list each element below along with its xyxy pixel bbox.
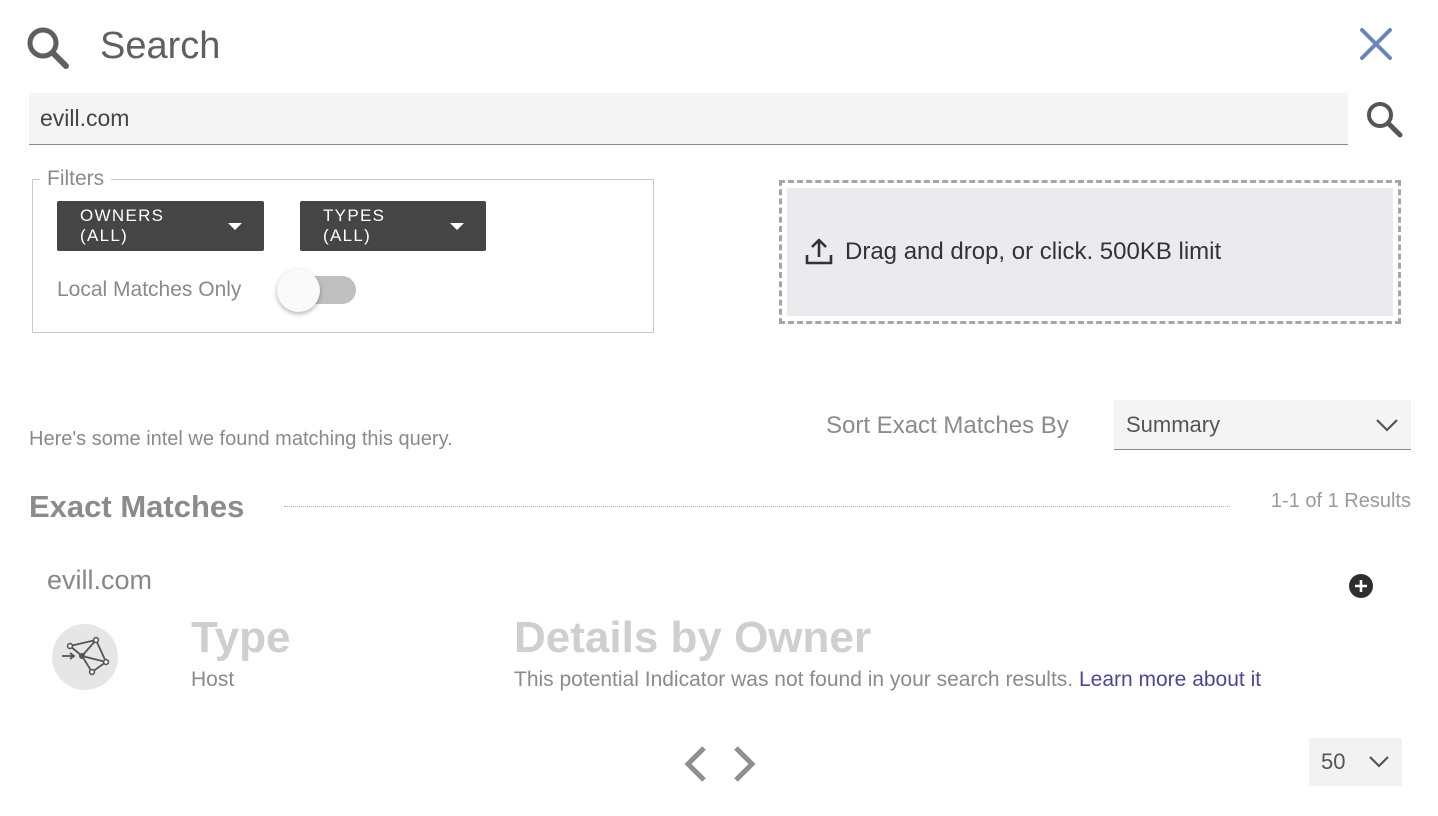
results-count: 1-1 of 1 Results	[1270, 490, 1411, 512]
add-icon[interactable]	[1348, 573, 1374, 599]
divider	[284, 506, 1230, 507]
sort-label: Sort Exact Matches By	[826, 412, 1069, 439]
local-matches-label: Local Matches Only	[57, 278, 242, 301]
caret-down-icon	[450, 222, 464, 230]
host-network-icon	[62, 636, 110, 676]
owners-dropdown-button[interactable]: OWNERS (ALL)	[57, 201, 264, 251]
upload-icon	[805, 238, 833, 265]
section-title: Exact Matches	[29, 489, 245, 524]
details-heading: Details by Owner	[514, 613, 872, 662]
result-indicator-name: evill.com	[47, 565, 153, 595]
search-icon	[27, 27, 69, 69]
chevron-down-icon	[1376, 418, 1398, 432]
file-upload-dropzone[interactable]: Drag and drop, or click. 500KB limit	[779, 180, 1401, 324]
type-value: Host	[191, 668, 235, 691]
caret-down-icon	[228, 222, 242, 230]
details-message: This potential Indicator was not found i…	[514, 668, 1074, 691]
type-heading: Type	[191, 613, 291, 662]
types-dropdown-button[interactable]: TYPES (ALL)	[300, 201, 486, 251]
chevron-down-icon	[1369, 756, 1389, 768]
filters-legend: Filters	[40, 166, 112, 192]
details-text: This potential Indicator was not found i…	[514, 667, 1261, 693]
owners-dropdown-label: OWNERS (ALL)	[80, 206, 165, 245]
learn-more-link[interactable]: Learn more about it	[1079, 668, 1261, 691]
per-page-select[interactable]: 50	[1309, 738, 1402, 786]
close-icon[interactable]	[1354, 22, 1398, 66]
page-title: Search	[100, 25, 221, 67]
search-submit-icon[interactable]	[1364, 99, 1404, 139]
types-dropdown-label: TYPES (ALL)	[323, 206, 386, 245]
sort-selected-value: Summary	[1126, 411, 1221, 437]
results-intro: Here's some intel we found matching this…	[29, 428, 453, 450]
sort-select[interactable]: Summary	[1114, 400, 1411, 450]
search-field[interactable]	[29, 93, 1348, 145]
host-type-avatar	[52, 624, 118, 690]
chevron-left-icon[interactable]	[680, 744, 710, 784]
per-page-value: 50	[1321, 749, 1346, 774]
toggle-knob[interactable]	[277, 269, 320, 312]
search-input[interactable]	[29, 93, 1348, 144]
upload-instructions: Drag and drop, or click. 500KB limit	[845, 238, 1222, 265]
chevron-right-icon[interactable]	[730, 744, 760, 784]
